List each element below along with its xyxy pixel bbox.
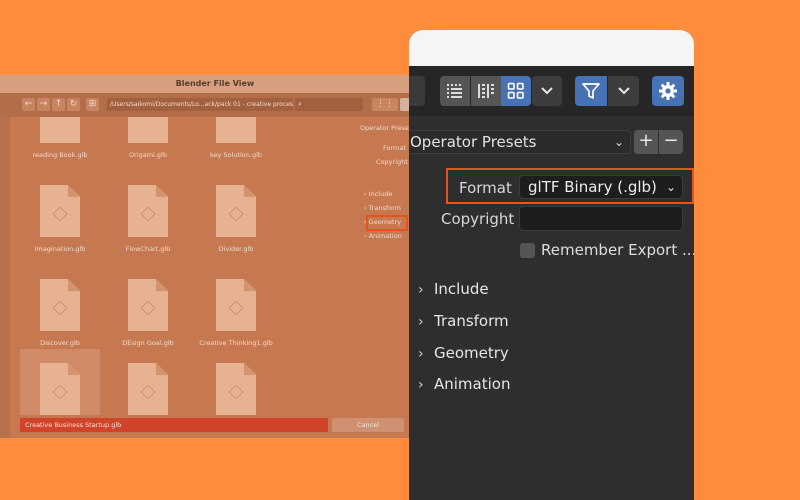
gear-icon <box>659 82 677 100</box>
file-name: Origami.glb <box>129 151 167 159</box>
chevron-right-icon: › <box>418 346 424 362</box>
chevron-down-icon <box>617 87 630 95</box>
file-name: Discover.glb <box>40 339 80 347</box>
settings-button[interactable] <box>652 76 684 106</box>
format-highlight-box <box>366 215 408 231</box>
vertical-list-view-button[interactable] <box>440 76 470 106</box>
file-item[interactable]: Origami.glb <box>108 117 188 171</box>
add-preset-button[interactable]: + <box>634 130 658 154</box>
export-options-panel: Operator Presets ⌄ + − Format glTF Binar… <box>409 30 694 500</box>
file-item[interactable]: Imagination.glb <box>20 171 100 265</box>
format-value: glTF Binary (.glb) <box>528 178 657 196</box>
section-transform[interactable]: › Transform <box>418 312 509 330</box>
cancel-button[interactable]: Cancel <box>332 418 404 432</box>
list-view-icon <box>447 84 462 98</box>
search-icon: ⌕ <box>298 100 302 108</box>
operator-presets-label: Operator Presets <box>360 124 415 132</box>
section-animation[interactable]: › Animation <box>418 375 510 393</box>
file-name: Creative Thinking1.glb <box>199 339 273 347</box>
left-sidebar-collapsed <box>0 117 10 438</box>
horizontal-list-icon <box>478 84 494 98</box>
file-item[interactable] <box>196 349 276 415</box>
filter-icon <box>582 83 600 99</box>
path-field[interactable]: /Users/saikomi/Documents/Lo...ack/pack 0… <box>107 98 293 111</box>
file-grid: reading Book.glb Origami.glb key Solutio… <box>20 117 350 415</box>
chevron-down-icon: ⌄ <box>613 135 624 149</box>
file-item[interactable] <box>108 349 188 415</box>
file-item[interactable]: key Solution.glb <box>196 117 276 171</box>
filename-field[interactable]: Creative Business Startup.glb <box>20 418 328 432</box>
file-browser-toolbar: ← → ↑ ↻ ⊞ /Users/saikomi/Documents/Lo...… <box>0 93 430 117</box>
thumbnail-view-button[interactable] <box>501 76 531 106</box>
file-item[interactable]: FlowChart.glb <box>108 171 188 265</box>
section-transform[interactable]: › Transform <box>364 204 401 212</box>
file-name: Divider.glb <box>218 245 254 253</box>
chevron-right-icon: › <box>418 282 424 298</box>
window-title: Blender File View <box>0 75 430 93</box>
section-geometry[interactable]: › Geometry <box>418 344 509 362</box>
chevron-right-icon: › <box>418 377 424 393</box>
section-include[interactable]: › Include <box>418 280 489 298</box>
back-button[interactable]: ← <box>22 98 35 111</box>
file-browser-window: Blender File View ← → ↑ ↻ ⊞ /Users/saiko… <box>0 75 430 438</box>
format-label: Format <box>383 144 406 152</box>
parent-directory-button[interactable]: ↑ <box>52 98 65 111</box>
display-mode-button[interactable]: ⋮⋮ <box>372 98 398 111</box>
format-label: Format <box>459 179 512 197</box>
file-name: reading Book.glb <box>32 151 88 159</box>
file-name: key Solution.glb <box>209 151 263 159</box>
section-animation[interactable]: › Animation <box>364 232 402 240</box>
file-item[interactable]: DEsign Goal.glb <box>108 265 188 359</box>
horizontal-list-view-button[interactable] <box>471 76 501 106</box>
chevron-right-icon: › <box>418 314 424 330</box>
search-field[interactable]: ⌕ <box>295 98 363 111</box>
grid-view-icon <box>507 82 524 99</box>
path-field-edge[interactable] <box>409 76 425 106</box>
file-name: FlowChart.glb <box>125 245 171 253</box>
remember-export-checkbox[interactable] <box>520 243 535 258</box>
new-folder-button[interactable]: ⊞ <box>86 98 99 111</box>
chevron-down-icon: ⌄ <box>665 180 676 194</box>
file-icon <box>216 117 256 143</box>
forward-button[interactable]: → <box>37 98 50 111</box>
filter-toggle-button[interactable] <box>575 76 607 106</box>
operator-presets-dropdown[interactable]: Operator Presets ⌄ <box>409 130 631 154</box>
section-include[interactable]: › Include <box>364 190 392 198</box>
refresh-button[interactable]: ↻ <box>67 98 80 111</box>
panel-header <box>409 30 694 66</box>
file-icon <box>128 117 168 143</box>
display-size-dropdown[interactable] <box>532 76 562 106</box>
copyright-input[interactable] <box>519 206 683 231</box>
file-item-selected[interactable] <box>20 349 100 415</box>
file-item[interactable]: reading Book.glb <box>20 117 100 171</box>
file-item[interactable]: Creative Thinking1.glb <box>196 265 276 359</box>
file-name: DEsign Goal.glb <box>122 339 174 347</box>
file-item[interactable]: Divider.glb <box>196 171 276 265</box>
operator-presets-label: Operator Presets <box>410 133 537 151</box>
copyright-label: Copyright <box>441 210 515 228</box>
remove-preset-button[interactable]: − <box>659 130 683 154</box>
file-icon <box>40 117 80 143</box>
filter-dropdown[interactable] <box>608 76 639 106</box>
file-item[interactable]: Discover.glb <box>20 265 100 359</box>
copyright-label: Copyright <box>376 158 408 166</box>
format-dropdown[interactable]: glTF Binary (.glb) ⌄ <box>519 175 683 199</box>
remember-export-label: Remember Export ... <box>541 241 694 259</box>
chevron-down-icon <box>541 87 553 95</box>
file-name: Imagination.glb <box>34 245 86 253</box>
